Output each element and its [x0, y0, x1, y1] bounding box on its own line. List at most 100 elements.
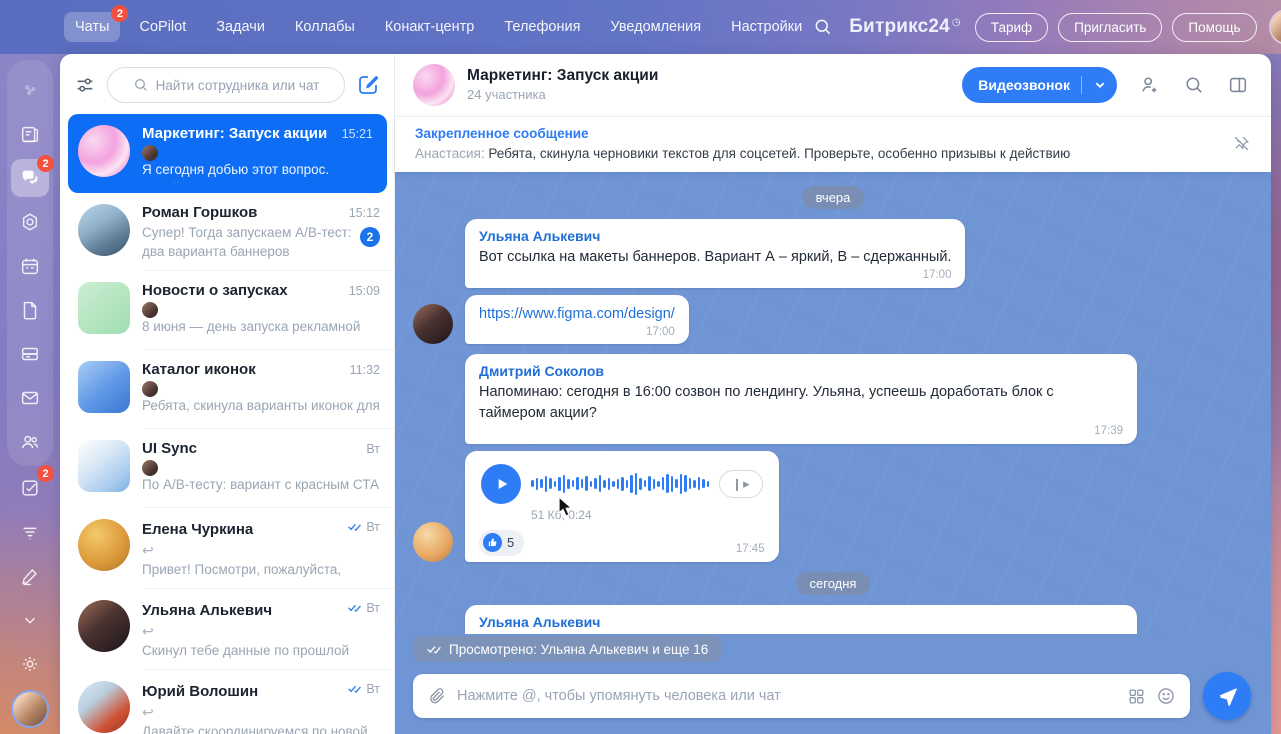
search-icon: [133, 77, 149, 93]
message-author[interactable]: Ульяна Алькевич: [479, 228, 951, 244]
double-check-icon: [426, 641, 442, 657]
message-author[interactable]: Дмитрий Соколов: [479, 363, 1123, 379]
message-time: 17:00: [479, 270, 951, 282]
seen-status[interactable]: Просмотрено: Ульяна Алькевич и еще 16: [413, 636, 721, 662]
reply-icon: ↩: [142, 541, 154, 560]
chat-avatar: [78, 600, 130, 652]
pinned-texts: Закрепленное сообщение Анастасия: Ребята…: [415, 124, 1232, 163]
message-link[interactable]: https://www.figma.com/design/: [479, 304, 675, 325]
topbar-button-помощь[interactable]: Помощь: [1172, 13, 1256, 42]
message-text: Я сегодня добью этот вопрос. Дизайнеры в…: [479, 633, 1123, 634]
mail-icon: [19, 387, 41, 409]
seen-row: Просмотрено: Ульяна Алькевич и еще 16: [395, 634, 1271, 670]
tab-коллабы[interactable]: Коллабы: [284, 12, 366, 42]
conversation-header: Маркетинг: Запуск акции 24 участника Вид…: [395, 54, 1271, 116]
sidebar-item-drive[interactable]: [11, 335, 49, 373]
add-member-icon[interactable]: [1139, 74, 1161, 96]
unpin-icon[interactable]: [1232, 134, 1251, 153]
sidebar-item-mail[interactable]: [11, 379, 49, 417]
reaction-pill[interactable]: 5: [479, 530, 524, 556]
side-panel-icon[interactable]: [1227, 74, 1249, 96]
sidebar-item-copilot[interactable]: [11, 71, 49, 109]
message-time: 17:00: [479, 327, 675, 339]
message-bubble[interactable]: Ульяна Алькевич Я сегодня добью этот вопр…: [465, 605, 1137, 634]
message-bubble[interactable]: https://www.figma.com/design/17:00: [465, 295, 689, 345]
search-input[interactable]: Найти сотрудника или чат: [107, 67, 345, 103]
sidebar-item-calendar[interactable]: [11, 247, 49, 285]
tab-copilot[interactable]: CoPilot: [128, 12, 197, 42]
sidebar-item-chevron-down[interactable]: [11, 601, 49, 639]
chat-list-item[interactable]: Юрий ВолошинВт↩Давайте скоординируемся п…: [60, 670, 394, 734]
tab-чаты[interactable]: Чаты2: [64, 12, 120, 42]
topbar-button-тариф[interactable]: Тариф: [975, 13, 1048, 42]
tab-настройки[interactable]: Настройки: [720, 12, 813, 42]
sidebar-item-people[interactable]: [11, 423, 49, 461]
chat-name: Маркетинг: Запуск акции: [142, 125, 334, 142]
topbar-button-пригласить[interactable]: Пригласить: [1058, 13, 1162, 42]
chat-time: Вт: [366, 601, 380, 615]
reply-icon: ↩: [142, 703, 154, 722]
chat-time: 15:21: [342, 127, 373, 141]
apps-grid-icon[interactable]: [1127, 687, 1146, 706]
chat-preview: По А/В-тесту: вариант с красным СТА дал …: [142, 460, 380, 498]
sidebar-item-tasks[interactable]: 2: [11, 469, 49, 507]
conversation-titles: Маркетинг: Запуск акции 24 участника: [467, 66, 658, 104]
send-button[interactable]: [1203, 672, 1251, 720]
pinned-message-bar[interactable]: Закрепленное сообщение Анастасия: Ребята…: [395, 116, 1271, 172]
message-avatar[interactable]: [413, 304, 453, 344]
chevron-down-icon: [19, 609, 41, 631]
chat-item-body: Новости о запусках15:098 июня — день зап…: [142, 282, 380, 340]
chat-list-item[interactable]: Маркетинг: Запуск акции15:21Я сегодня до…: [68, 114, 387, 193]
message-bubble[interactable]: Дмитрий СоколовНапоминаю: сегодня в 16:0…: [465, 354, 1137, 444]
video-call-button[interactable]: Видеозвонок: [962, 67, 1117, 103]
chat-list-item[interactable]: Роман Горшков15:12Супер! Тогда запускаем…: [60, 193, 394, 271]
sidebar-profile-avatar[interactable]: [13, 692, 47, 726]
profile-avatar[interactable]: [1271, 11, 1281, 43]
chat-list-item[interactable]: Ульяна АлькевичВт↩Скинул тебе данные по …: [60, 589, 394, 670]
playback-speed-button[interactable]: ❙▸: [719, 470, 763, 498]
figma-link[interactable]: https://www.figma.com/design/: [479, 306, 675, 322]
play-button[interactable]: [481, 464, 521, 504]
chat-preview: ↩Привет! Посмотри, пожалуйста, новые ико…: [142, 541, 380, 579]
message-avatar[interactable]: [413, 522, 453, 562]
sidebar-item-settings[interactable]: [11, 645, 49, 683]
message-group: Ульяна АлькевичВот ссылка на макеты банн…: [395, 219, 1271, 344]
chat-list-item[interactable]: UI SyncВтПо А/В-тесту: вариант с красным…: [60, 429, 394, 508]
chat-list-item[interactable]: Каталог иконок11:32Ребята, скинула вариа…: [60, 350, 394, 429]
message-bubble[interactable]: ❙▸51 Кб, 0:24517:45: [465, 451, 779, 562]
tab-конакт-центр[interactable]: Конакт-центр: [374, 12, 485, 42]
tab-телефония[interactable]: Телефония: [493, 12, 591, 42]
sidebar-item-sign[interactable]: [11, 557, 49, 595]
read-checks: [347, 519, 362, 534]
search-placeholder: Найти сотрудника или чат: [156, 78, 320, 93]
chat-preview: Ребята, скинула варианты иконок для нов.…: [142, 381, 380, 419]
message-author[interactable]: Ульяна Алькевич: [479, 614, 1123, 630]
chat-preview: 8 июня — день запуска рекламной компании…: [142, 302, 380, 340]
sidebar-item-crm[interactable]: [11, 513, 49, 551]
chat-avatar: [78, 440, 130, 492]
chat-meta: Вт: [366, 442, 380, 456]
message-history: вчераУльяна АлькевичВот ссылка на макеты…: [395, 172, 1271, 634]
search-in-chat-icon[interactable]: [1183, 74, 1205, 96]
chat-list-header: Найти сотрудника или чат: [60, 54, 394, 114]
chat-list-item[interactable]: Елена ЧуркинаВт↩Привет! Посмотри, пожалу…: [60, 508, 394, 589]
filter-icon[interactable]: [74, 74, 96, 96]
attach-icon[interactable]: [427, 686, 447, 706]
emoji-icon[interactable]: [1156, 686, 1176, 706]
sidebar-item-messenger[interactable]: 2: [11, 159, 49, 197]
chat-list-item[interactable]: Новости о запусках15:098 июня — день зап…: [60, 271, 394, 350]
chat-avatar[interactable]: [413, 64, 455, 106]
sidebar-item-sites[interactable]: [11, 203, 49, 241]
message-input[interactable]: Нажмите @, чтобы упомянуть человека или …: [413, 674, 1190, 718]
message-time: 17:39: [479, 426, 1123, 438]
sidebar-item-feed[interactable]: [11, 115, 49, 153]
compose-icon[interactable]: [356, 73, 380, 97]
chevron-down-icon[interactable]: [1089, 74, 1111, 96]
tab-задачи[interactable]: Задачи: [205, 12, 276, 42]
tab-уведомления[interactable]: Уведомления: [599, 12, 712, 42]
chat-time: 15:09: [349, 284, 380, 298]
global-search-icon[interactable]: [813, 17, 833, 37]
waveform[interactable]: [531, 471, 709, 497]
message-bubble[interactable]: Ульяна АлькевичВот ссылка на макеты банн…: [465, 219, 965, 288]
sidebar-item-docs[interactable]: [11, 291, 49, 329]
